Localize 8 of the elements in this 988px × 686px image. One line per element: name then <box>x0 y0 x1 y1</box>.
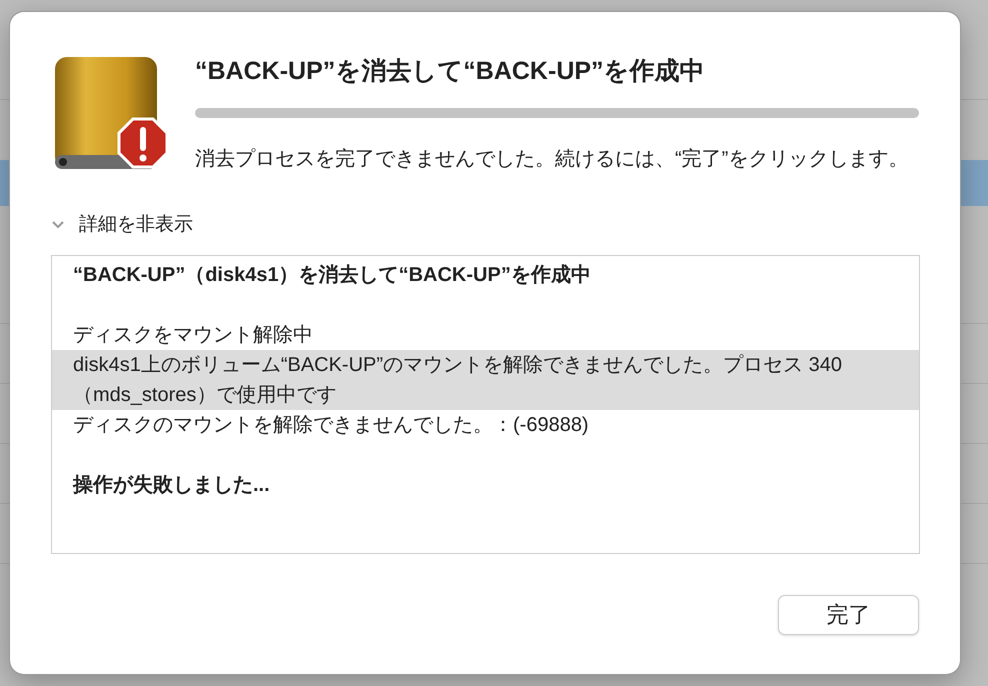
details-toggle[interactable]: 詳細を非表示 <box>51 211 193 240</box>
log-heading: “BACK-UP”（disk4s1）を消去して“BACK-UP”を作成中 <box>72 262 592 288</box>
log-heading: 操作が失敗しました... <box>72 472 271 498</box>
dialog-title: “BACK-UP”を消去して“BACK-UP”を作成中 <box>195 56 706 87</box>
done-button[interactable]: 完了 <box>778 594 919 634</box>
log-line: ディスクをマウント解除中 <box>72 322 314 348</box>
log-line: ディスクのマウントを解除できませんでした。：(-69888) <box>72 412 590 438</box>
status-message: 消去プロセスを完了できませんでした。続けるには、“完了”をクリックします。 <box>195 146 910 172</box>
